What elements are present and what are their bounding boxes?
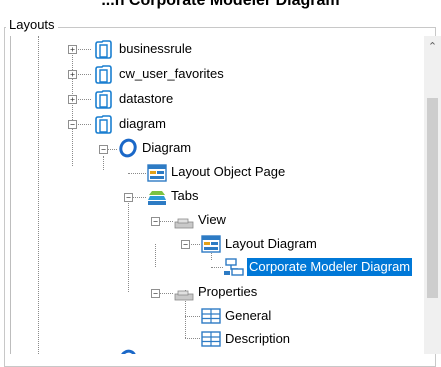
tree-node-label: datastore [119, 91, 174, 106]
tree-node-label: General [225, 308, 272, 323]
scrollbar-thumb[interactable] [427, 98, 438, 298]
diagram-ring-icon [117, 349, 139, 354]
folder-icon [93, 39, 115, 59]
tabs-icon [146, 187, 168, 207]
tree-node-label-selected: Corporate Modeler Diagram [247, 258, 413, 276]
collapse-toggle-icon[interactable]: − [99, 145, 108, 154]
modeler-diagram-icon [223, 257, 245, 277]
expand-toggle-icon[interactable]: + [68, 70, 77, 79]
tree-connector [76, 99, 91, 100]
tree-node-label: Description [225, 331, 291, 346]
tree-node-label: cw_user_favorites [119, 66, 224, 81]
tree-guide-line [38, 36, 39, 354]
expand-toggle-icon[interactable]: + [68, 45, 77, 54]
collapse-toggle-icon[interactable]: − [151, 289, 160, 298]
collapse-toggle-icon[interactable]: − [68, 120, 77, 129]
layout-page-icon [200, 234, 222, 254]
tree-node-label: Tabs [171, 188, 199, 203]
collapse-toggle-icon[interactable]: − [151, 217, 160, 226]
tree-connector [128, 173, 146, 174]
property-grid-icon [200, 306, 222, 326]
layout-page-icon [146, 163, 168, 183]
expand-toggle-icon[interactable]: + [68, 95, 77, 104]
collapse-toggle-icon[interactable]: − [124, 193, 133, 202]
tab-icon [173, 211, 195, 231]
tree-guide-line [103, 156, 104, 170]
tree-node-label: Properties [198, 284, 258, 299]
tree-guide-line [128, 196, 129, 292]
folder-icon [93, 64, 115, 84]
layouts-tree[interactable]: + businessrule + cw_user_favorites + dat… [10, 36, 419, 354]
tree-connector [159, 293, 173, 294]
collapse-toggle-icon[interactable]: − [181, 240, 190, 249]
layouts-group-label: Layouts [6, 17, 58, 32]
tree-connector [76, 124, 91, 125]
tree-node-label: businessrule [119, 41, 192, 56]
tree-connector [76, 49, 91, 50]
tree-node-label: Diagram [142, 140, 192, 155]
tree-node-label: View [198, 212, 226, 227]
tree-node-label: diagram [119, 116, 166, 131]
tree-connector [185, 316, 200, 317]
tree-connector [189, 244, 200, 245]
tree-node-label: Layout Object Page [171, 164, 286, 179]
folder-icon [93, 89, 115, 109]
diagram-ring-icon [117, 138, 139, 158]
scroll-up-arrow-icon[interactable]: ⌃ [424, 36, 441, 56]
property-grid-icon [200, 329, 222, 349]
tab-icon [173, 283, 195, 303]
tree-connector [76, 74, 91, 75]
tree-node-label: Layout Diagram [225, 236, 317, 251]
tree-connector [185, 338, 200, 339]
tree-connector [211, 267, 223, 268]
vertical-scrollbar[interactable]: ⌃ [424, 36, 441, 354]
folder-icon [93, 114, 115, 134]
page-title: ...h Corporate Modeler Diagram [101, 0, 340, 9]
tree-connector [132, 197, 146, 198]
tree-guide-line [72, 49, 73, 166]
tree-connector [159, 221, 173, 222]
tree-guide-line [155, 244, 156, 267]
